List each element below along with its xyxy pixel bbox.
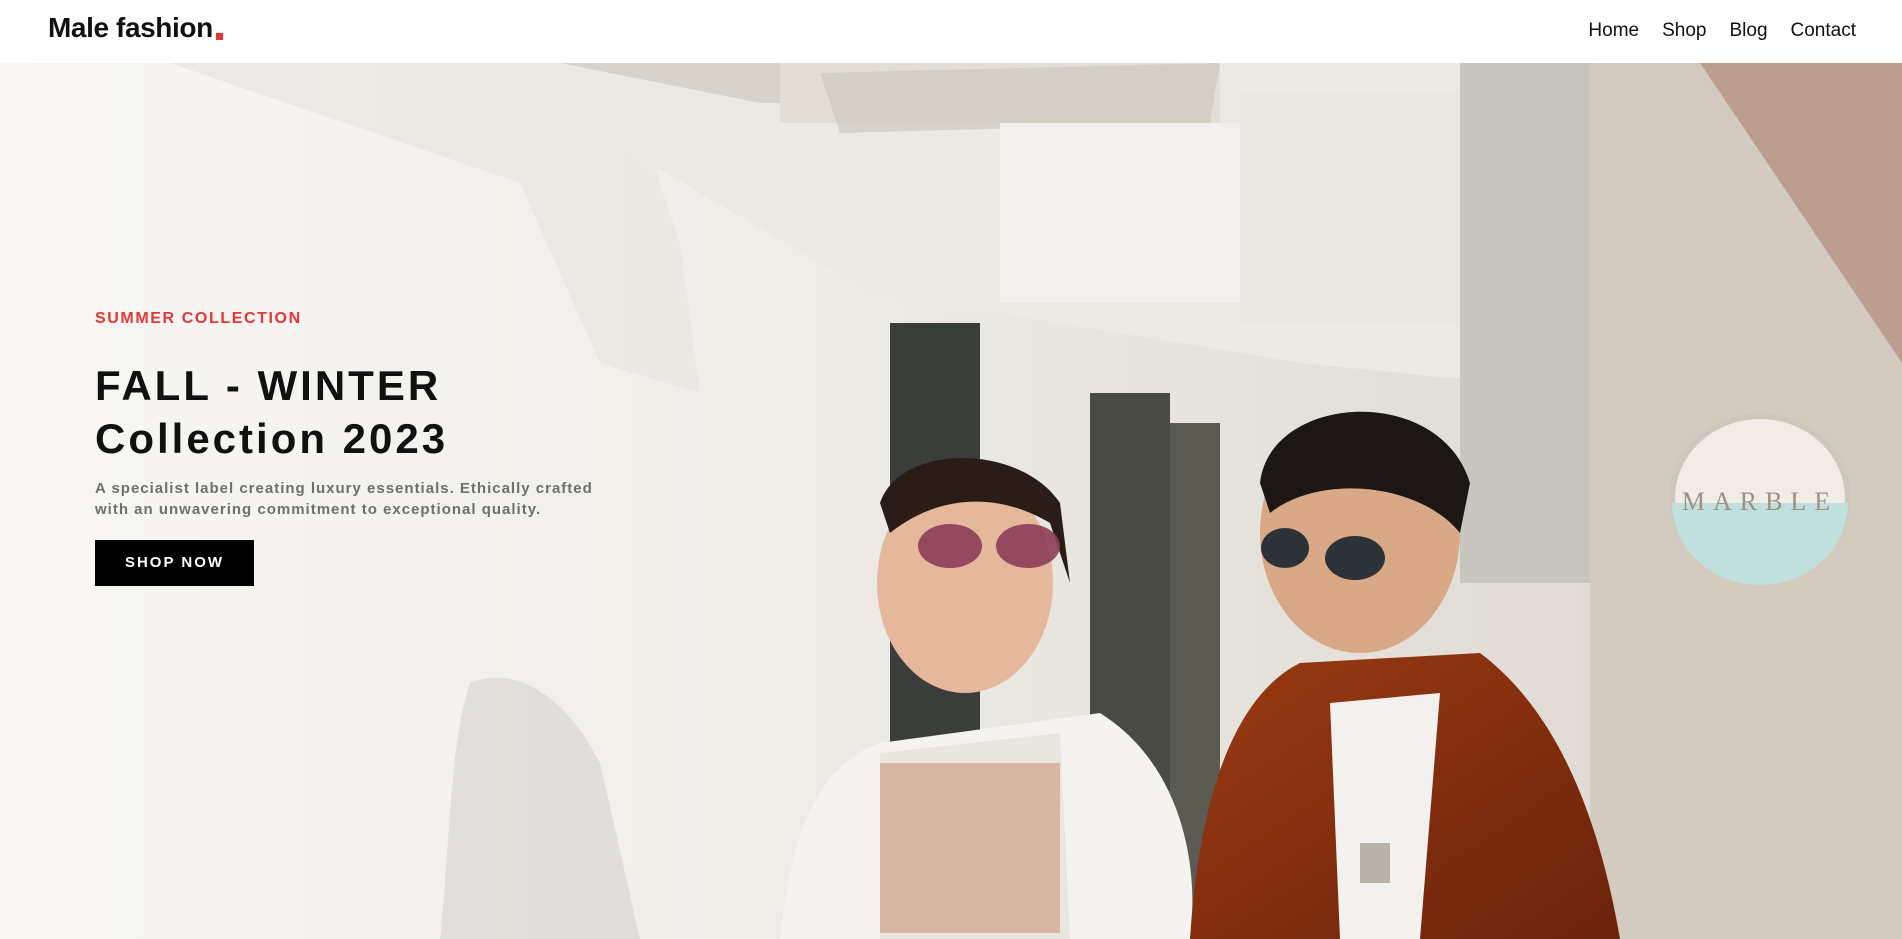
hero-subtext-line2: with an unwavering commitment to excepti…	[95, 501, 542, 518]
nav-shop-link[interactable]: Shop	[1662, 19, 1706, 43]
hero-eyebrow: SUMMER COLLECTION	[95, 310, 302, 327]
logo-text: Male fashion	[48, 12, 213, 43]
nav-contact-link[interactable]: Contact	[1791, 19, 1856, 43]
hero-copy: SUMMER COLLECTION FALL - WINTER Collecti…	[95, 309, 655, 586]
hero-headline: FALL - WINTER Collection 2023	[95, 359, 655, 465]
main-nav: Home Shop Blog Contact	[1565, 19, 1856, 43]
hero-headline-line1: FALL - WINTER	[95, 362, 442, 409]
hero-subtext: A specialist label creating luxury essen…	[95, 478, 635, 520]
nav-home-link[interactable]: Home	[1588, 19, 1639, 43]
site-header: Male fashion Home Shop Blog Contact	[0, 0, 1902, 63]
logo-accent-dot	[215, 33, 223, 40]
hero-headline-line2: Collection 2023	[95, 415, 449, 462]
shop-now-button[interactable]: SHOP NOW	[95, 540, 254, 586]
site-logo[interactable]: Male fashion	[48, 13, 223, 43]
hero-banner: MARBLE SUMMER COLLECTION FALL - WINTER C…	[0, 63, 1902, 939]
hero-subtext-line1: A specialist label creating luxury essen…	[95, 480, 593, 497]
sign-text: MARBLE	[1682, 487, 1838, 516]
nav-blog-link[interactable]: Blog	[1729, 19, 1767, 43]
